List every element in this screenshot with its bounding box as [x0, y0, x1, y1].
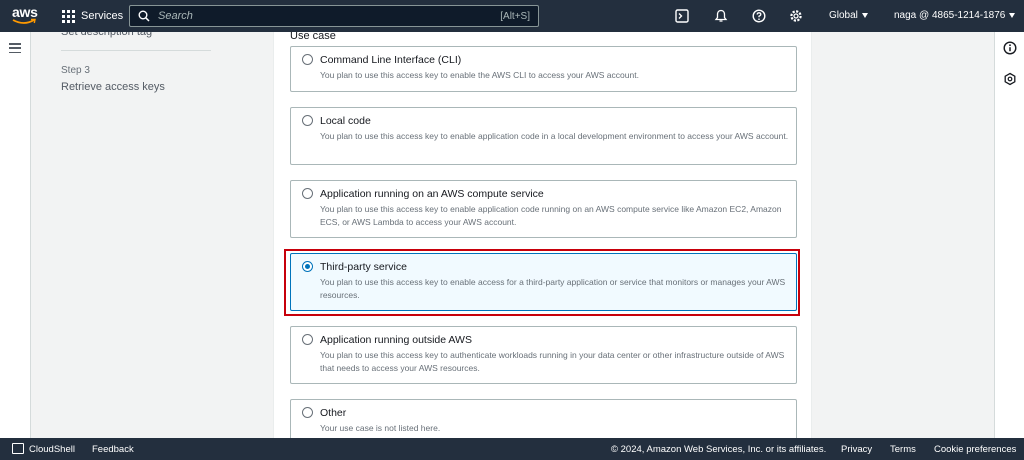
main-panel: Use case Command Line Interface (CLI) Yo…	[273, 32, 812, 438]
radio-button[interactable]	[302, 115, 313, 126]
search-bar[interactable]: [Alt+S]	[129, 5, 539, 27]
terms-link[interactable]: Terms	[890, 444, 916, 455]
step2-title-partial[interactable]: Set description tag	[61, 32, 152, 38]
option-title: Application running on an AWS compute se…	[320, 188, 544, 200]
gear-icon[interactable]	[788, 8, 804, 24]
privacy-link[interactable]: Privacy	[841, 444, 872, 455]
step-divider	[61, 50, 211, 51]
radio-button[interactable]	[302, 334, 313, 345]
option-cli[interactable]: Command Line Interface (CLI) You plan to…	[290, 46, 797, 92]
help-icon[interactable]	[751, 8, 767, 24]
radio-button[interactable]	[302, 407, 313, 418]
radio-button[interactable]	[302, 188, 313, 199]
services-menu-button[interactable]: Services	[62, 8, 123, 24]
option-description: You plan to use this access key to enabl…	[320, 131, 789, 141]
step3-title: Retrieve access keys	[61, 81, 165, 93]
option-description: You plan to use this access key to authe…	[320, 350, 785, 373]
option-title: Application running outside AWS	[320, 334, 472, 346]
account-menu[interactable]: naga @ 4865-1214-1876	[894, 10, 1016, 21]
step3-label: Step 3	[61, 65, 90, 76]
search-input[interactable]	[158, 10, 501, 22]
caret-down-icon	[1009, 13, 1016, 18]
grid-icon	[62, 9, 75, 23]
option-title: Local code	[320, 115, 371, 127]
option-outside-aws[interactable]: Application running outside AWS You plan…	[290, 326, 797, 384]
option-description: You plan to use this access key to enabl…	[320, 277, 786, 300]
cloudshell-icon[interactable]	[674, 8, 690, 24]
aws-logo[interactable]: aws	[12, 5, 40, 27]
cloudshell-link[interactable]: CloudShell	[29, 444, 75, 455]
hexagon-icon[interactable]	[1003, 72, 1017, 86]
option-description: You plan to use this access key to enabl…	[320, 204, 782, 227]
radio-button-selected[interactable]	[302, 261, 313, 272]
account-label: naga @ 4865-1214-1876	[894, 10, 1006, 21]
copyright-text: © 2024, Amazon Web Services, Inc. or its…	[611, 444, 827, 455]
bell-icon[interactable]	[713, 8, 729, 24]
radio-button[interactable]	[302, 54, 313, 65]
option-description: You plan to use this access key to enabl…	[320, 70, 639, 80]
aws-logo-text: aws	[12, 4, 38, 20]
left-rail	[0, 32, 31, 438]
cloudshell-icon[interactable]	[12, 443, 24, 454]
top-navigation: aws Services [Alt+S]	[0, 0, 1024, 32]
region-label: Global	[829, 10, 858, 21]
services-label: Services	[81, 10, 124, 22]
info-icon[interactable]	[1003, 41, 1017, 55]
use-case-label: Use case	[290, 32, 336, 42]
hamburger-menu-icon[interactable]	[9, 43, 21, 53]
option-title: Third-party service	[320, 261, 407, 273]
option-other[interactable]: Other Your use case is not listed here.	[290, 399, 797, 438]
caret-down-icon	[861, 13, 868, 18]
right-rail	[994, 32, 1024, 438]
footer: CloudShell Feedback © 2024, Amazon Web S…	[0, 438, 1024, 460]
cookie-preferences-link[interactable]: Cookie preferences	[934, 444, 1016, 455]
option-description: Your use case is not listed here.	[320, 423, 441, 433]
search-icon	[138, 10, 150, 22]
option-local-code[interactable]: Local code You plan to use this access k…	[290, 107, 797, 165]
feedback-link[interactable]: Feedback	[92, 444, 134, 455]
option-title: Other	[320, 407, 347, 419]
region-selector[interactable]: Global	[829, 10, 868, 21]
option-title: Command Line Interface (CLI)	[320, 54, 462, 66]
option-third-party[interactable]: Third-party service You plan to use this…	[290, 253, 797, 311]
option-aws-compute[interactable]: Application running on an AWS compute se…	[290, 180, 797, 238]
search-shortcut-hint: [Alt+S]	[500, 10, 530, 22]
